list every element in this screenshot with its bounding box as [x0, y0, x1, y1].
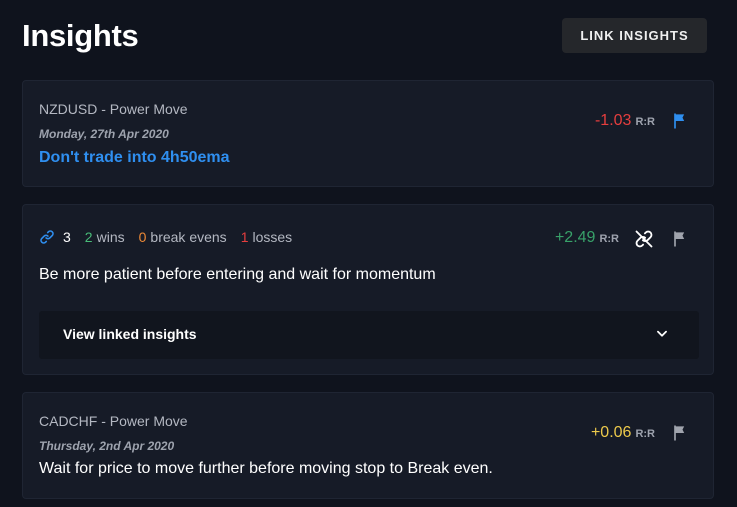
- insight-text: Be more patient before entering and wait…: [39, 266, 436, 283]
- rr-value: +0.06: [590, 424, 632, 441]
- insight-card: CADCHF - Power Move Thursday, 2nd Apr 20…: [22, 392, 714, 499]
- trade-pair-label: NZDUSD - Power Move: [39, 101, 188, 117]
- view-linked-insights-toggle[interactable]: View linked insights: [39, 311, 699, 359]
- insights-page: Insights LINK INSIGHTS NZDUSD - Power Mo…: [0, 0, 737, 507]
- losses-label: losses: [252, 229, 293, 245]
- link-insights-button[interactable]: LINK INSIGHTS: [562, 18, 707, 53]
- flag-icon[interactable]: [670, 229, 690, 249]
- risk-reward: +0.06 R:R: [591, 424, 655, 442]
- page-header: Insights LINK INSIGHTS: [22, 18, 707, 54]
- rr-value: +2.49: [554, 229, 596, 246]
- insight-title-link[interactable]: Don't trade into 4h50ema: [39, 149, 230, 167]
- flag-icon[interactable]: [670, 111, 690, 131]
- losses-count: 1: [240, 229, 249, 245]
- linked-count: 3: [63, 229, 71, 245]
- wins-count: 2: [84, 229, 93, 245]
- chevron-down-icon: [657, 330, 667, 337]
- rr-unit: R:R: [635, 428, 655, 440]
- trade-date: Monday, 27th Apr 2020: [39, 127, 169, 141]
- risk-reward: -1.03 R:R: [595, 112, 655, 130]
- rr-unit: R:R: [635, 116, 655, 128]
- page-title: Insights: [22, 18, 139, 53]
- linked-stats: 3 2 wins 0 break evens 1 losses: [39, 229, 306, 245]
- unlink-icon[interactable]: [634, 229, 654, 249]
- link-icon: [40, 230, 54, 244]
- risk-reward: +2.49 R:R: [555, 229, 619, 247]
- rr-value: -1.03: [594, 112, 632, 129]
- rr-unit: R:R: [599, 233, 619, 245]
- breakevens-label: break evens: [150, 229, 227, 245]
- insight-card: NZDUSD - Power Move Monday, 27th Apr 202…: [22, 80, 714, 187]
- accordion-label: View linked insights: [63, 326, 197, 342]
- insight-text: Wait for price to move further before mo…: [39, 460, 493, 477]
- trade-pair-label: CADCHF - Power Move: [39, 413, 188, 429]
- flag-icon[interactable]: [670, 423, 690, 443]
- wins-label: wins: [96, 229, 125, 245]
- breakevens-count: 0: [138, 229, 147, 245]
- linked-insight-card: 3 2 wins 0 break evens 1 losses Be more …: [22, 204, 714, 375]
- trade-date: Thursday, 2nd Apr 2020: [39, 439, 175, 453]
